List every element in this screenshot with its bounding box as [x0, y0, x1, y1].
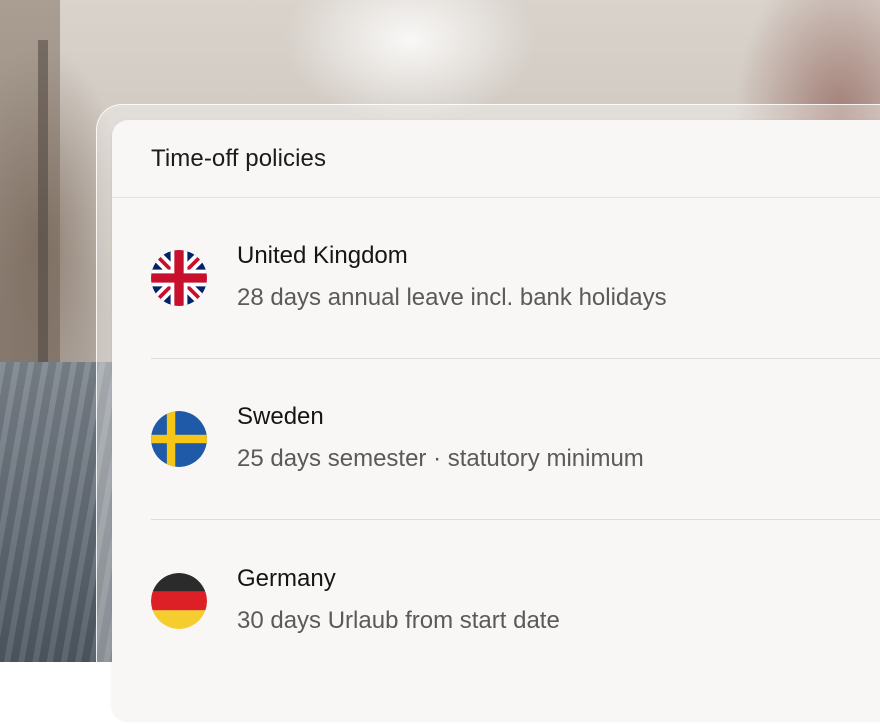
policy-description: 30 days Urlaub from start date: [237, 606, 560, 634]
policy-text: Sweden 25 days semester · statutory mini…: [237, 402, 644, 474]
card-title: Time-off policies: [151, 144, 327, 172]
policy-item-sweden[interactable]: Sweden 25 days semester · statutory mini…: [151, 359, 880, 520]
uk-flag-icon: [151, 250, 207, 306]
germany-flag-icon: [151, 572, 207, 629]
sweden-flag-icon: [151, 411, 207, 467]
policy-description: 28 days annual leave incl. bank holidays: [237, 284, 667, 311]
policy-item-germany[interactable]: Germany 30 days Urlaub from start date: [151, 520, 880, 681]
policy-item-united-kingdom[interactable]: United Kingdom 28 days annual leave incl…: [151, 198, 880, 359]
policy-list: United Kingdom 28 days annual leave incl…: [112, 198, 880, 681]
background-wall: [0, 0, 60, 380]
policy-description: 25 days semester · statutory minimum: [237, 445, 644, 472]
policy-text: Germany 30 days Urlaub from start date: [237, 564, 560, 636]
policy-country: Germany: [237, 564, 336, 592]
policy-country: United Kingdom: [237, 242, 408, 269]
policy-text: United Kingdom 28 days annual leave incl…: [237, 241, 667, 313]
card-header: Time-off policies: [112, 120, 880, 198]
time-off-policies-card: Time-off policies United Kingdom 28 days…: [112, 120, 880, 720]
policy-country: Sweden: [237, 403, 324, 430]
background-post: [38, 40, 48, 370]
